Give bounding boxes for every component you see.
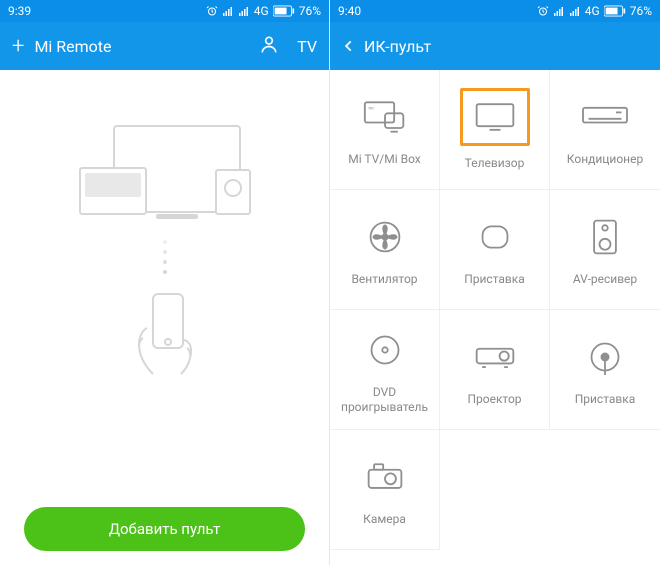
fan-icon — [356, 212, 414, 262]
battery-icon — [604, 5, 626, 17]
battery-icon — [273, 5, 295, 17]
device-cell-ac[interactable]: Кондиционер — [550, 70, 660, 190]
device-label: Кондиционер — [567, 152, 643, 167]
avr-icon — [576, 212, 634, 262]
settop-icon — [576, 332, 634, 382]
status-time: 9:40 — [338, 4, 361, 18]
device-label: Телевизор — [465, 156, 525, 171]
camera-icon — [356, 452, 414, 502]
status-right-group: 4G 76% — [206, 4, 321, 18]
device-cell-camera[interactable]: Камера — [330, 430, 440, 550]
device-label: Камера — [363, 512, 406, 527]
device-cell-dvd[interactable]: DVD проигрыватель — [330, 310, 440, 430]
device-cell-projector[interactable]: Проектор — [440, 310, 550, 430]
device-label: Mi TV/Mi Box — [348, 152, 421, 167]
screen-ir-remote: 9:40 4G 76% ИК — [330, 0, 660, 565]
add-remote-button[interactable]: Добавить пульт — [24, 507, 305, 551]
status-bar: 9:39 4G 76% — [0, 0, 329, 22]
network-label: 4G — [585, 4, 600, 18]
add-icon[interactable]: + — [12, 34, 24, 59]
back-icon[interactable] — [342, 34, 356, 58]
signal-icon — [553, 5, 565, 17]
device-label: Приставка — [575, 392, 636, 407]
device-label: DVD проигрыватель — [334, 385, 435, 415]
add-remote-label: Добавить пульт — [109, 520, 221, 538]
device-label: AV-ресивер — [573, 272, 637, 287]
header-title: ИК-пульт — [364, 37, 431, 56]
device-cell-box[interactable]: Приставка — [440, 190, 550, 310]
signal-icon — [222, 5, 234, 17]
tv-tab[interactable]: TV — [297, 37, 317, 56]
svg-text:mı: mı — [368, 107, 373, 112]
device-cell-avr[interactable]: AV-ресивер — [550, 190, 660, 310]
battery-label: 76% — [299, 4, 321, 18]
devices-illustration — [55, 125, 275, 218]
device-grid: mı Mi TV/Mi Box Телевизор Кондиционер Вентил… — [330, 70, 660, 550]
alarm-icon — [206, 5, 218, 17]
tv-small-icon — [79, 167, 147, 215]
network-label: 4G — [254, 4, 269, 18]
screen-mi-remote: 9:39 4G 76% + Mi Rem — [0, 0, 330, 565]
hand-phone-icon — [125, 290, 205, 380]
status-time: 9:39 — [8, 4, 31, 18]
illustration-area — [0, 70, 329, 380]
header-right-screen: ИК-пульт — [330, 22, 660, 70]
battery-label: 76% — [630, 4, 652, 18]
signal2-icon — [238, 5, 250, 17]
person-icon[interactable] — [259, 34, 279, 58]
device-cell-fan[interactable]: Вентилятор — [330, 190, 440, 310]
device-cell-settop[interactable]: Приставка — [550, 310, 660, 430]
header-title: Mi Remote — [34, 37, 111, 56]
ac-icon — [576, 92, 634, 142]
device-label: Проектор — [467, 392, 521, 407]
signal2-icon — [569, 5, 581, 17]
box-icon — [466, 212, 524, 262]
dvd-icon — [356, 325, 414, 375]
status-right-group: 4G 76% — [537, 4, 652, 18]
status-bar-right: 9:40 4G 76% — [330, 0, 660, 22]
signal-dots — [163, 240, 167, 274]
projector-icon — [466, 332, 524, 382]
device-label: Вентилятор — [351, 272, 417, 287]
tv-icon — [460, 88, 530, 146]
device-cell-tv[interactable]: Телевизор — [440, 70, 550, 190]
speaker-icon — [215, 169, 251, 215]
alarm-icon — [537, 5, 549, 17]
device-label: Приставка — [464, 272, 525, 287]
header-left-screen: + Mi Remote TV — [0, 22, 329, 70]
mitv-icon: mı — [356, 92, 414, 142]
device-cell-mitv[interactable]: mı Mi TV/Mi Box — [330, 70, 440, 190]
